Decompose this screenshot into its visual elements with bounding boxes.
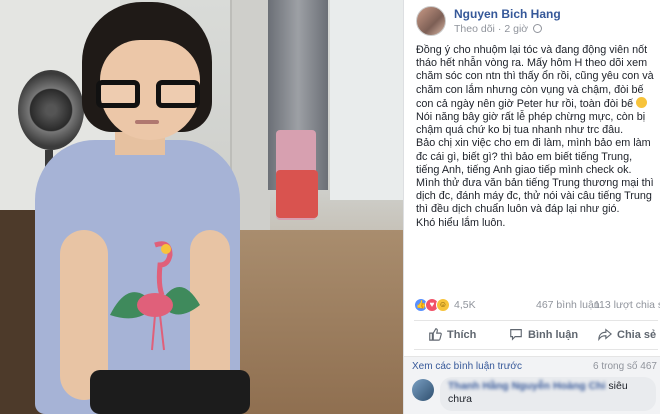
reaction-haha-icon: ☺ xyxy=(436,298,450,312)
post-header: Nguyen Bich Hang Theo dõi · 2 giờ xyxy=(416,6,656,38)
commenter-avatar[interactable] xyxy=(412,379,434,401)
flamingo-print xyxy=(110,241,200,351)
comment-item: Thanh Hằng Nguyễn Hoàng Chi siêu chưa xyxy=(412,377,657,413)
comment-bubble: Thanh Hằng Nguyễn Hoàng Chi siêu chưa xyxy=(440,377,656,411)
comment-button[interactable]: Bình luận xyxy=(509,327,578,345)
photo-window xyxy=(330,0,403,200)
follow-link[interactable]: Theo dõi xyxy=(454,23,495,35)
photo-person-glasses xyxy=(96,80,200,110)
post-panel: Nguyen Bich Hang Theo dõi · 2 giờ Đồng ý c… xyxy=(403,0,660,414)
post-paragraph: Mình thử đưa văn bản tiếng Trung thương … xyxy=(416,177,654,216)
comment-text-cont: chưa xyxy=(448,393,472,405)
share-icon xyxy=(598,328,612,341)
like-icon xyxy=(429,328,442,341)
like-button[interactable]: Thích xyxy=(428,327,476,345)
share-button[interactable]: Chia sẻ xyxy=(598,327,656,345)
photo-red-basket xyxy=(276,170,318,218)
sad-emoji-icon xyxy=(636,96,648,108)
post-meta: Theo dõi · 2 giờ xyxy=(454,23,543,35)
share-label: Chia sẻ xyxy=(617,329,657,341)
globe-icon xyxy=(533,24,543,33)
comment-text: siêu xyxy=(608,380,628,392)
shares-count[interactable]: 113 lượt chia sẻ xyxy=(594,299,660,311)
reaction-count[interactable]: 4,5K xyxy=(454,299,476,311)
comments-shown-count: 6 trong số 467 xyxy=(593,361,657,372)
post-paragraph: Bảo chị xin việc cho em đi làm, mình bảo… xyxy=(416,137,651,176)
photo-person-mouth xyxy=(135,120,159,124)
post-stats: 👍 ♥ ☺ 4,5K 467 bình luận 113 lượt chia s… xyxy=(414,298,660,314)
post-body: Đồng ý cho nhuộm lại tóc và đang động vi… xyxy=(416,44,658,230)
photo-fan xyxy=(18,70,84,150)
post-paragraph: Nói năng bây giờ rất lễ phép chừng mực, … xyxy=(416,111,646,137)
comment-label: Bình luận xyxy=(528,329,579,341)
post-paragraph: Khó hiểu lắm luôn. xyxy=(416,216,506,229)
post-paragraph: Đồng ý cho nhuộm lại tóc và đang động vi… xyxy=(416,44,654,110)
comment-icon xyxy=(510,329,522,341)
post-time[interactable]: 2 giờ xyxy=(504,23,528,35)
commenter-name[interactable]: Thanh Hằng Nguyễn Hoàng Chi xyxy=(448,380,606,392)
author-avatar[interactable] xyxy=(416,6,446,36)
view-previous-comments-link[interactable]: Xem các bình luận trước xyxy=(412,361,522,372)
post-photo[interactable] xyxy=(0,0,403,414)
author-name[interactable]: Nguyen Bich Hang xyxy=(454,7,561,21)
post-actions: Thích Bình luận Chia sẻ xyxy=(414,320,658,350)
photo-person-pants xyxy=(90,370,250,414)
comments-count[interactable]: 467 bình luận xyxy=(536,299,600,311)
like-label: Thích xyxy=(447,329,477,341)
comments-section: Xem các bình luận trước 6 trong số 467 T… xyxy=(404,356,660,414)
